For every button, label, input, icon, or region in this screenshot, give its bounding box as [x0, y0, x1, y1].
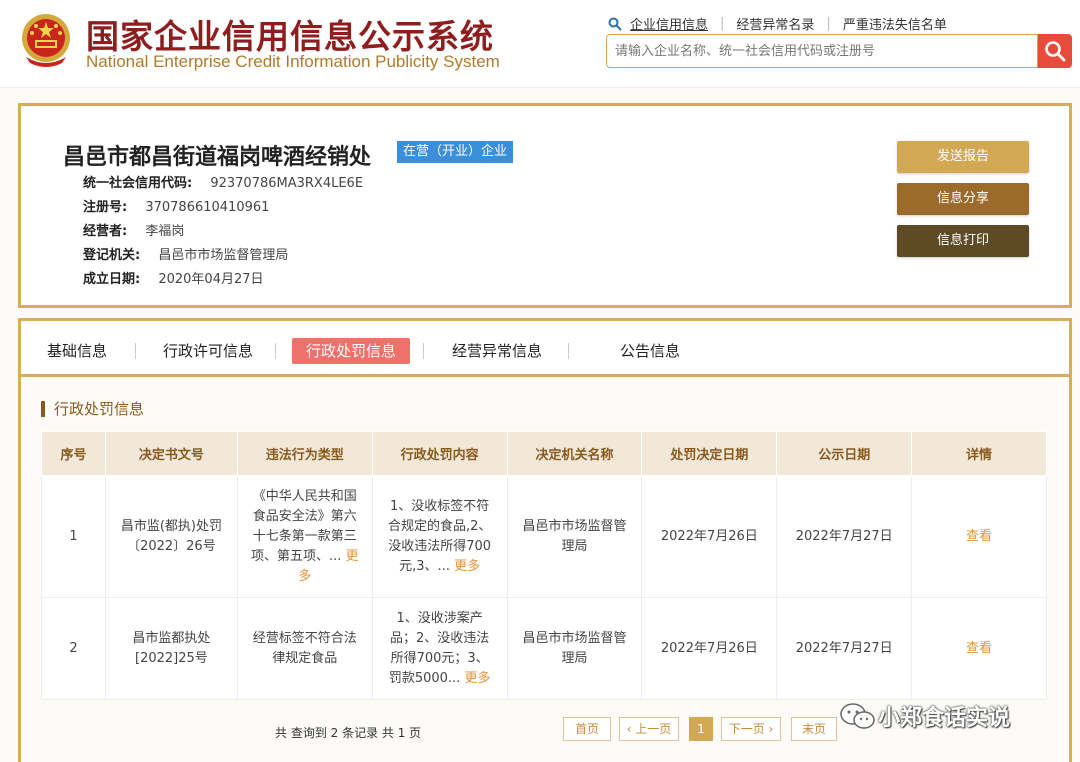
- col-header: 公示日期: [776, 431, 913, 476]
- detail-panel: 基础信息 行政许可信息 行政处罚信息 经营异常信息 公告信息 行政处罚信息 序号…: [18, 318, 1072, 762]
- watermark: 小郑食话实说: [838, 700, 1010, 732]
- cell-authority: 昌邑市市场监督管理局: [506, 475, 643, 598]
- prev-page-button[interactable]: ‹ 上一页: [619, 717, 679, 741]
- cell-type-text: 《中华人民共和国食品安全法》第六十七条第一款第三项、第五项、...: [250, 488, 357, 564]
- tab-bar: 基础信息 行政许可信息 行政处罚信息 经营异常信息 公告信息: [21, 321, 1069, 377]
- cell-type: 经营标签不符合法律规定食品: [236, 597, 373, 700]
- nav-divider: |: [826, 16, 831, 31]
- site-title-cn: 国家企业信用信息公示系统: [86, 17, 494, 56]
- col-header: 序号: [41, 431, 106, 476]
- cell-publish-date: 2022年7月27日: [776, 475, 913, 598]
- cell-detail: 查看: [911, 597, 1047, 700]
- field-authority: 登记机关: 昌邑市市场监督管理局: [83, 244, 363, 268]
- site-title-en: National Enterprise Credit Information P…: [86, 52, 500, 71]
- cell-decision-date: 2022年7月26日: [641, 475, 778, 598]
- cell-publish-date: 2022年7月27日: [776, 597, 913, 700]
- tab-basic-info[interactable]: 基础信息: [47, 338, 107, 364]
- view-detail-link[interactable]: 查看: [966, 529, 992, 544]
- col-header: 决定机关名称: [506, 431, 643, 476]
- tab-divider: [275, 343, 276, 359]
- tab-divider: [135, 343, 136, 359]
- cell-content: 1、没收涉案产品；2、没收违法所得700元；3、罚款5000... 更多: [371, 597, 508, 700]
- send-report-button[interactable]: 发送报告: [897, 141, 1029, 173]
- page-1-button[interactable]: 1: [689, 717, 713, 741]
- site-header: 国家企业信用信息公示系统 National Enterprise Credit …: [0, 0, 1080, 88]
- cell-type: 《中华人民共和国食品安全法》第六十七条第一款第三项、第五项、... 更多: [236, 475, 373, 598]
- cell-decision-date: 2022年7月26日: [641, 597, 778, 700]
- field-label: 成立日期:: [83, 272, 141, 287]
- nav-divider: |: [720, 16, 725, 31]
- col-header: 违法行为类型: [236, 431, 373, 476]
- search-input[interactable]: [607, 35, 1037, 67]
- wechat-icon: [840, 703, 875, 729]
- top-nav: 企业信用信息 | 经营异常名录 | 严重违法失信名单: [608, 14, 947, 33]
- magnifier-icon: [1045, 41, 1066, 62]
- view-detail-link[interactable]: 查看: [966, 641, 992, 656]
- company-name: 昌邑市都昌街道福岗啤酒经销处: [63, 145, 372, 170]
- field-value: 92370786MA3RX4LE6E: [210, 176, 364, 191]
- col-header: 决定书文号: [104, 431, 238, 476]
- nav-blacklist[interactable]: 严重违法失信名单: [843, 14, 947, 33]
- col-header: 详情: [911, 431, 1047, 476]
- field-value: 2020年04月27日: [158, 272, 264, 287]
- national-emblem-icon: [22, 14, 70, 67]
- cell-doc: 昌市监(都执)处罚〔2022〕26号: [104, 475, 238, 598]
- field-value: 李福岗: [145, 224, 185, 239]
- more-link[interactable]: 更多: [454, 559, 480, 574]
- share-info-button[interactable]: 信息分享: [897, 183, 1029, 215]
- field-established: 成立日期: 2020年04月27日: [83, 268, 363, 292]
- tab-license-info[interactable]: 行政许可信息: [163, 338, 253, 364]
- more-link[interactable]: 更多: [464, 671, 490, 686]
- table-row: 1 昌市监(都执)处罚〔2022〕26号 《中华人民共和国食品安全法》第六十七条…: [41, 475, 1047, 598]
- cell-content: 1、没收标签不符合规定的食品,2、没收违法所得700元,3、... 更多: [371, 475, 508, 598]
- field-operator: 经营者: 李福岗: [83, 220, 363, 244]
- cell-doc: 昌市监都执处[2022]25号: [104, 597, 238, 700]
- nav-credit-info[interactable]: 企业信用信息: [630, 14, 708, 33]
- tab-abnormal-info[interactable]: 经营异常信息: [452, 338, 542, 364]
- field-label: 登记机关:: [83, 248, 141, 263]
- field-label: 统一社会信用代码:: [83, 176, 193, 191]
- penalty-table: 序号 决定书文号 违法行为类型 行政处罚内容 决定机关名称 处罚决定日期 公示日…: [41, 431, 1047, 700]
- tab-announcement[interactable]: 公告信息: [620, 338, 680, 364]
- last-page-button[interactable]: 末页: [791, 717, 837, 741]
- next-page-button[interactable]: 下一页 ›: [721, 717, 781, 741]
- field-credit-code: 统一社会信用代码: 92370786MA3RX4LE6E: [83, 172, 363, 196]
- nav-abnormal-list[interactable]: 经营异常名录: [736, 14, 814, 33]
- tab-penalty-info[interactable]: 行政处罚信息: [292, 338, 411, 364]
- field-value: 昌邑市市场监督管理局: [158, 248, 289, 263]
- section-title: 行政处罚信息: [41, 401, 144, 417]
- search-icon: [608, 17, 622, 31]
- pagination-info: 共 查询到 2 条记录 共 1 页: [275, 726, 422, 740]
- print-info-button[interactable]: 信息打印: [897, 225, 1029, 257]
- company-info-panel: 昌邑市都昌街道福岗啤酒经销处 在营（开业）企业 统一社会信用代码: 923707…: [18, 103, 1072, 308]
- company-fields: 统一社会信用代码: 92370786MA3RX4LE6E 注册号: 370786…: [83, 172, 363, 292]
- table-header-row: 序号 决定书文号 违法行为类型 行政处罚内容 决定机关名称 处罚决定日期 公示日…: [41, 431, 1047, 476]
- tab-divider: [568, 343, 569, 359]
- col-header: 行政处罚内容: [371, 431, 508, 476]
- watermark-text: 小郑食话实说: [878, 706, 1011, 731]
- cell-no: 2: [41, 597, 106, 700]
- cell-authority: 昌邑市市场监督管理局: [506, 597, 643, 700]
- first-page-button[interactable]: 首页: [563, 717, 611, 741]
- cell-no: 1: [41, 475, 106, 598]
- col-header: 处罚决定日期: [641, 431, 778, 476]
- field-reg-no: 注册号: 370786610410961: [83, 196, 363, 220]
- cell-detail: 查看: [911, 475, 1047, 598]
- search-button[interactable]: [1038, 34, 1072, 68]
- field-label: 注册号:: [83, 200, 128, 215]
- table-row: 2 昌市监都执处[2022]25号 经营标签不符合法律规定食品 1、没收涉案产品…: [41, 597, 1047, 700]
- field-label: 经营者:: [83, 224, 128, 239]
- tab-divider: [423, 343, 424, 359]
- search-box: [606, 34, 1038, 68]
- status-badge: 在营（开业）企业: [397, 141, 514, 163]
- field-value: 370786610410961: [145, 200, 270, 215]
